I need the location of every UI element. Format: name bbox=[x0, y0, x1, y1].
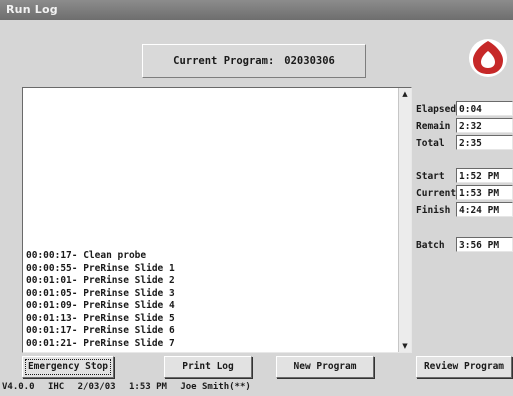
log-entry: 00:01:05- PreRinse Slide 3 bbox=[26, 287, 175, 299]
review-program-button[interactable]: Review Program bbox=[416, 356, 512, 378]
print-log-button[interactable]: Print Log bbox=[164, 356, 252, 378]
run-log-list[interactable]: 00:00:17- Clean probe 00:00:55- PreRinse … bbox=[22, 87, 412, 353]
batch-label: Batch bbox=[416, 240, 445, 251]
start-label: Start bbox=[416, 171, 445, 182]
log-entry: 00:01:09- PreRinse Slide 4 bbox=[26, 300, 175, 311]
current-label: Current bbox=[416, 188, 457, 199]
log-entry: 00:01:17- PreRinse Slide 6 bbox=[26, 325, 175, 336]
log-entry: 00:01:01- PreRinse Slide 2 bbox=[26, 275, 175, 286]
scroll-down-icon[interactable]: ▼ bbox=[399, 340, 411, 352]
total-value: 2:35 bbox=[456, 135, 513, 150]
current-program-panel: Current Program: 02030306 bbox=[142, 44, 366, 78]
log-entry: 00:01:21- PreRinse Slide 7 bbox=[26, 337, 175, 349]
log-scrollbar[interactable]: ▲ ▼ bbox=[398, 88, 411, 352]
current-program-label: Current Program: bbox=[173, 55, 275, 67]
status-version: V4.0.0 bbox=[2, 382, 35, 392]
current-time-value: 1:53 PM bbox=[456, 185, 513, 200]
log-entry: 00:00:17- Clean probe bbox=[26, 250, 147, 261]
elapsed-label: Elapsed bbox=[416, 104, 457, 115]
emergency-stop-button[interactable]: Emergency Stop bbox=[22, 356, 114, 378]
start-value: 1:52 PM bbox=[456, 168, 513, 183]
run-stats-panel: Elapsed 0:04 Remain 2:32 Total 2:35 Star… bbox=[416, 0, 513, 394]
status-time: 1:53 PM bbox=[128, 382, 167, 392]
log-entry: 00:00:55- PreRinse Slide 1 bbox=[26, 262, 175, 274]
batch-value: 3:56 PM bbox=[456, 237, 513, 252]
log-entries: 00:00:17- Clean probe 00:00:55- PreRinse … bbox=[26, 250, 392, 350]
status-mode: IHC bbox=[47, 382, 65, 392]
elapsed-value: 0:04 bbox=[456, 101, 513, 116]
total-label: Total bbox=[416, 138, 445, 149]
scroll-up-icon[interactable]: ▲ bbox=[399, 88, 411, 100]
finish-label: Finish bbox=[416, 205, 451, 216]
log-entry: 00:01:13- PreRinse Slide 5 bbox=[26, 312, 175, 324]
window-title: Run Log bbox=[6, 3, 58, 16]
remain-label: Remain bbox=[416, 121, 451, 132]
status-user: Joe Smith(**) bbox=[180, 382, 251, 392]
new-program-button[interactable]: New Program bbox=[276, 356, 374, 378]
remain-value: 2:32 bbox=[456, 118, 513, 133]
current-program-value: 02030306 bbox=[284, 55, 335, 67]
status-date: 2/03/03 bbox=[77, 382, 116, 392]
finish-value: 4:24 PM bbox=[456, 202, 513, 217]
